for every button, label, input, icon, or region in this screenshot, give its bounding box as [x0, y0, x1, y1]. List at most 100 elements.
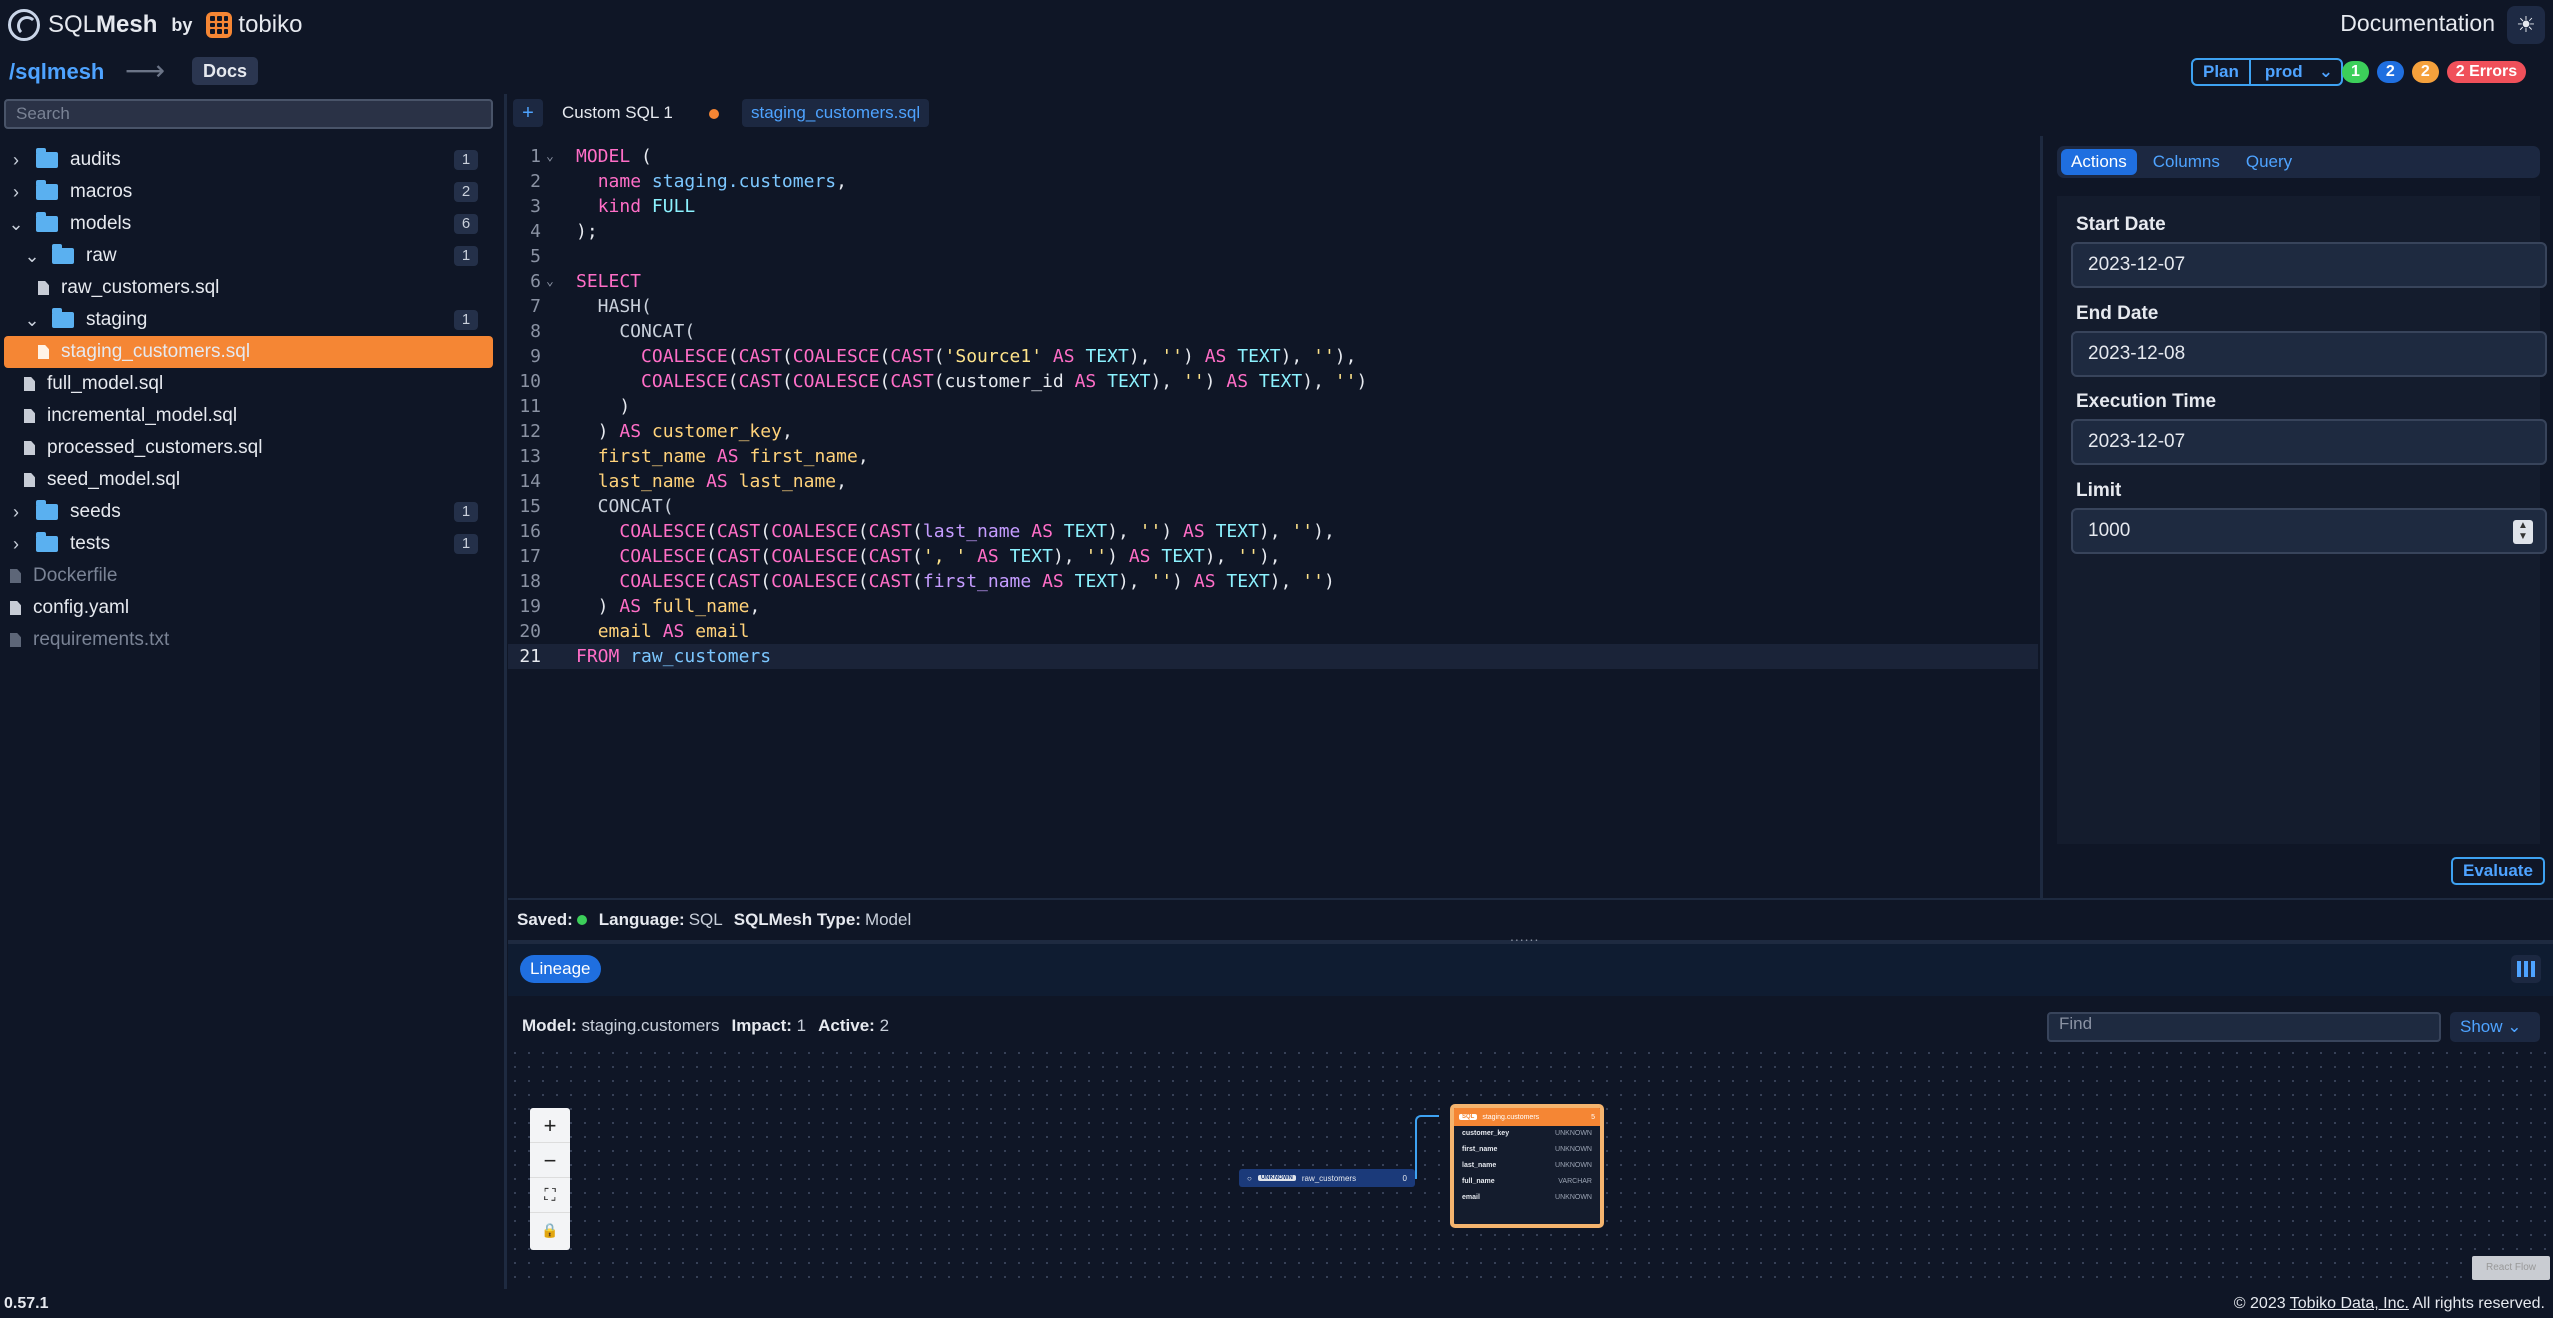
folder-open-icon: [52, 308, 74, 328]
badge-warning[interactable]: 2: [2411, 61, 2439, 83]
saved-indicator-icon: [576, 915, 587, 925]
type-label: SQLMesh Type:: [733, 910, 861, 929]
tree-file-config-yaml[interactable]: config.yaml: [0, 592, 504, 624]
file-icon: [24, 473, 35, 487]
add-tab-button[interactable]: +: [513, 99, 543, 127]
theme-toggle-button[interactable]: ☀: [2507, 6, 2545, 44]
docs-tab[interactable]: Docs: [192, 57, 259, 85]
badge-success[interactable]: 1: [2342, 61, 2369, 83]
tree-folder-models[interactable]: ⌄ models 6: [0, 208, 504, 240]
count-badge: 1: [454, 310, 478, 330]
tab-columns[interactable]: Columns: [2143, 149, 2230, 175]
code-editor[interactable]: 1 ⌄ MODEL ( 2 name staging.customers, 3 ki…: [508, 136, 2038, 898]
execution-time-input[interactable]: 2023-12-07: [2071, 419, 2547, 465]
zoom-in-icon[interactable]: +: [530, 1108, 570, 1143]
file-icon: [38, 345, 49, 359]
lock-icon[interactable]: 🔒: [530, 1213, 570, 1248]
chevron-down-icon: ⌄: [2507, 1017, 2522, 1036]
chevron-down-icon: ⌄: [2318, 62, 2333, 81]
lineage-info: Model: staging.customers Impact: 1 Active:…: [522, 1016, 890, 1035]
tree-file-raw-customers[interactable]: raw_customers.sql: [0, 272, 504, 304]
project-path[interactable]: /sqlmesh: [9, 59, 104, 85]
tree-folder-seeds[interactable]: › seeds 1: [0, 496, 504, 528]
fold-chevron-icon[interactable]: ⌄: [546, 269, 554, 294]
chevron-right-icon: ›: [13, 149, 19, 170]
evaluate-button[interactable]: Evaluate: [2451, 857, 2545, 885]
documentation-link[interactable]: Documentation: [2340, 10, 2495, 37]
tree-file-staging-customers[interactable]: staging_customers.sql: [4, 336, 493, 368]
count-badge: 1: [454, 502, 478, 522]
folder-icon: [36, 532, 58, 552]
show-dropdown[interactable]: Show ⌄: [2450, 1012, 2540, 1042]
tab-actions[interactable]: Actions: [2061, 149, 2137, 175]
tree-label: models: [70, 213, 132, 234]
logo[interactable]: SQL Mesh by tobiko: [8, 9, 302, 41]
tree-file-full-model[interactable]: full_model.sql: [0, 368, 504, 400]
execution-time-label: Execution Time: [2076, 391, 2217, 412]
tab-custom-sql[interactable]: Custom SQL 1: [552, 99, 683, 127]
plan-button[interactable]: Plan: [2193, 60, 2251, 84]
tree-file-dockerfile[interactable]: Dockerfile: [0, 560, 504, 592]
lineage-canvas[interactable]: + − ⛶ 🔒 ○ UNKNOWN raw_customers 0 SQL sta…: [508, 1046, 2553, 1289]
tab-lineage[interactable]: Lineage: [520, 955, 601, 983]
tab-query[interactable]: Query: [2236, 149, 2302, 175]
tree-file-processed-customers[interactable]: processed_customers.sql: [0, 432, 504, 464]
tree-folder-tests[interactable]: › tests 1: [0, 528, 504, 560]
sun-icon: ☀: [2516, 12, 2536, 37]
tree-folder-raw[interactable]: ⌄ raw 1: [0, 240, 504, 272]
tree-file-seed-model[interactable]: seed_model.sql: [0, 464, 504, 496]
language-value: SQL: [688, 910, 723, 929]
column-row: customer_key UNKNOWN: [1462, 1130, 1592, 1137]
file-icon: [24, 409, 35, 423]
company-link[interactable]: Tobiko Data, Inc.: [2290, 1295, 2409, 1312]
chevron-down-icon: ⌄: [24, 245, 40, 266]
zoom-out-icon[interactable]: −: [530, 1143, 570, 1178]
tree-label: raw_customers.sql: [61, 277, 220, 298]
search-input[interactable]: [4, 99, 493, 129]
file-icon: [24, 377, 35, 391]
tree-label: staging: [86, 309, 148, 330]
number-stepper-icon[interactable]: ▲ ▼: [2513, 520, 2533, 544]
environment-select[interactable]: prod ⌄: [2251, 60, 2341, 84]
tree-folder-staging[interactable]: ⌄ staging 1: [0, 304, 504, 336]
folder-icon: [36, 148, 58, 168]
tree-file-requirements[interactable]: requirements.txt: [0, 624, 504, 656]
start-date-label: Start Date: [2076, 214, 2166, 235]
sidebar-resize-handle[interactable]: [504, 94, 507, 1289]
count-badge: 1: [454, 534, 478, 554]
react-flow-attribution[interactable]: React Flow: [2472, 1256, 2550, 1280]
lineage-node-raw-customers[interactable]: ○ UNKNOWN raw_customers 0: [1239, 1169, 1415, 1187]
start-date-input[interactable]: 2023-12-07: [2071, 242, 2547, 288]
version: 0.57.1: [4, 1295, 49, 1312]
columns-layout-icon[interactable]: [2511, 955, 2541, 983]
plan-group: Plan prod ⌄: [2191, 58, 2343, 86]
chevron-down-icon: ⌄: [8, 213, 24, 234]
tree-folder-macros[interactable]: › macros 2: [0, 176, 504, 208]
environment-value: prod: [2264, 62, 2303, 81]
fold-chevron-icon[interactable]: ⌄: [546, 144, 554, 169]
badge-info[interactable]: 2: [2376, 61, 2404, 83]
count-badge: 2: [454, 182, 478, 202]
tree-folder-audits[interactable]: › audits 1: [0, 144, 504, 176]
fit-view-icon[interactable]: ⛶: [530, 1178, 570, 1213]
tree-label: full_model.sql: [47, 373, 164, 394]
find-input[interactable]: Find: [2047, 1012, 2441, 1042]
count-badge: 1: [454, 150, 478, 170]
column-row: email UNKNOWN: [1462, 1194, 1592, 1201]
tab-staging-customers[interactable]: staging_customers.sql: [742, 99, 930, 127]
lineage-node-staging-customers[interactable]: SQL staging.customers 5 customer_key UNKNOW…: [1450, 1104, 1604, 1228]
file-icon: [24, 441, 35, 455]
count-badge: 1: [454, 246, 478, 266]
arrow-right-icon: ⟶: [125, 55, 166, 86]
tree-label: requirements.txt: [33, 629, 170, 650]
circle-icon: ○: [1247, 1173, 1252, 1183]
chevron-down-icon: ⌄: [24, 309, 40, 330]
end-date-input[interactable]: 2023-12-08: [2071, 331, 2547, 377]
limit-input[interactable]: 1000 ▲ ▼: [2071, 508, 2547, 554]
editor-tabs: + Custom SQL 1 staging_customers.sql: [508, 94, 2553, 134]
tree-file-incremental-model[interactable]: incremental_model.sql: [0, 400, 504, 432]
logo-by-text: by: [171, 14, 193, 35]
tree-label: config.yaml: [33, 597, 130, 618]
file-explorer: › audits 1 › macros 2 ⌄ models 6 ⌄ raw 1 raw…: [0, 94, 504, 1289]
badge-errors[interactable]: 2 Errors: [2446, 61, 2527, 83]
